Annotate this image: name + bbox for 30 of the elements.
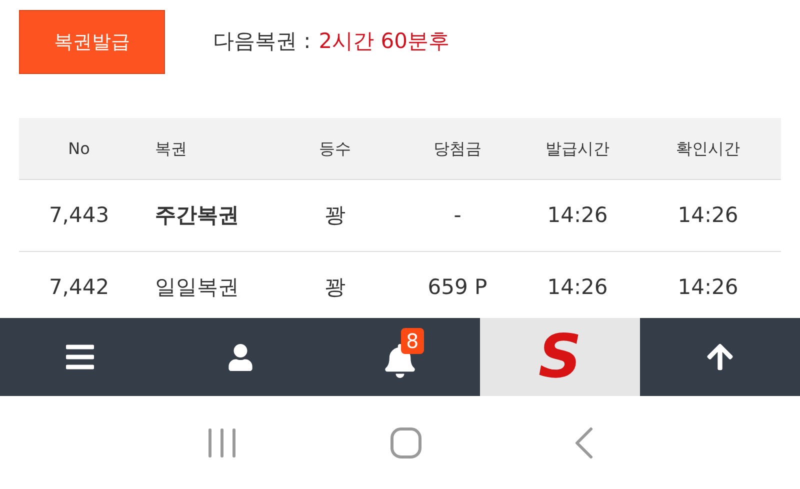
- notifications-button[interactable]: 8: [320, 318, 480, 396]
- recent-apps-icon[interactable]: [206, 428, 238, 458]
- table-cell-text: 일일복권: [155, 274, 239, 301]
- arrow-up-icon: [705, 342, 735, 372]
- notification-badge: 8: [401, 328, 424, 354]
- table-cell-text: 14:26: [547, 274, 608, 301]
- next-label: 다음복권 :: [213, 28, 311, 56]
- table-cell-text: 꽝: [324, 274, 346, 301]
- table-cell-text: 7,442: [48, 274, 110, 301]
- table-cell-text: 14:26: [678, 274, 738, 301]
- table-cell-text: 14:26: [678, 202, 738, 229]
- table-cell-text: 주간복권: [155, 202, 239, 229]
- back-icon[interactable]: [574, 426, 594, 458]
- column-header: No: [68, 138, 90, 160]
- home-icon[interactable]: [390, 426, 422, 458]
- column-header: 복권: [155, 138, 187, 160]
- table-cell-text: 7,443: [48, 202, 110, 229]
- column-header: 확인시간: [676, 138, 740, 160]
- next-time: 2시간 60분후: [318, 28, 450, 56]
- column-header: 등수: [319, 138, 351, 160]
- logo: S: [538, 327, 582, 387]
- column-header: 발급시간: [546, 138, 610, 160]
- table-cell-text: 꽝: [324, 202, 346, 229]
- table-cell-text: 14:26: [547, 202, 608, 229]
- logo-button[interactable]: S: [480, 318, 640, 396]
- table-cell-text: -: [454, 202, 462, 229]
- table-cell-text: 659 P: [428, 274, 488, 301]
- column-header: 당첨금: [434, 138, 482, 160]
- user-icon: [226, 344, 254, 370]
- issue-button[interactable]: 복권발급: [19, 10, 165, 74]
